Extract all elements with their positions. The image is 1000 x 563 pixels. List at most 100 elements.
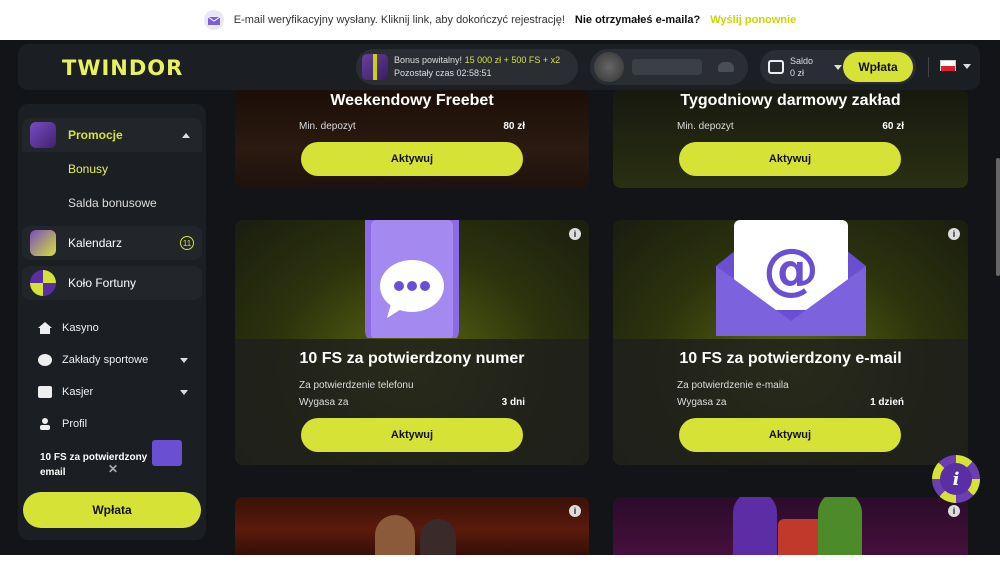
calendar-icon — [30, 230, 56, 256]
nav-label: Kasyno — [62, 322, 99, 334]
row-value: 80 zł — [503, 121, 525, 132]
chevron-down-icon — [180, 357, 188, 363]
user-widget[interactable] — [590, 49, 748, 85]
info-chip-button[interactable]: i — [932, 455, 980, 503]
count-badge: 11 — [180, 236, 194, 250]
card-title: Weekendowy Freebet — [330, 92, 494, 109]
gift-icon — [30, 122, 56, 148]
promo-card-casino: i — [235, 497, 589, 563]
card-icon — [38, 386, 52, 398]
sidebar-item-label: Promocje — [68, 128, 123, 142]
promo-mini-title: 10 FS za potwierdzony email — [40, 452, 148, 478]
top-header: TWINDOR Bonus powitalny! 15 000 zł + 500… — [18, 44, 980, 90]
chevron-down-icon[interactable] — [834, 64, 842, 70]
info-icon[interactable]: i — [569, 228, 581, 240]
activate-button[interactable]: Aktywuj — [301, 142, 523, 176]
wheel-icon — [30, 270, 56, 296]
gift-icon — [362, 54, 388, 80]
card-subtitle: Za potwierdzenie e-maila — [677, 380, 789, 391]
banner-question: Nie otrzymałeś e-maila? — [574, 14, 701, 26]
bonus-title: Bonus powitalny! — [394, 55, 463, 65]
chevron-down-icon[interactable] — [963, 64, 971, 69]
balance-value: 0 zł — [790, 68, 805, 78]
home-icon — [38, 322, 52, 334]
wallet-icon — [768, 60, 784, 74]
nav-label: Zakłady sportowe — [62, 354, 149, 366]
user-icon — [40, 418, 50, 430]
promo-card-weekend-freebet: Weekendowy Freebet Min. depozyt 80 zł Ak… — [235, 90, 589, 188]
sidebar-item-cashier[interactable]: Kasjer — [22, 376, 202, 408]
verification-banner: E-mail weryfikacyjny wysłany. Kliknij li… — [0, 0, 1000, 40]
card-row: Min. depozyt 80 zł — [299, 121, 525, 132]
info-icon: i — [940, 463, 972, 495]
avatar — [594, 52, 624, 82]
email-promo-mini[interactable]: 10 FS za potwierdzony email ✕ — [22, 440, 202, 490]
balance-label: Saldo — [790, 56, 814, 66]
row-label: Wygasa za — [299, 397, 349, 408]
nav-label: Kasjer — [62, 386, 94, 398]
row-value: 3 dni — [501, 397, 525, 408]
divider — [928, 57, 929, 77]
resend-link[interactable]: Wyślij ponownie — [710, 14, 796, 26]
card-row: Wygasa za 3 dni — [299, 397, 525, 408]
info-icon[interactable]: i — [569, 505, 581, 517]
card-title: Tygodniowy darmowy zakład — [680, 92, 901, 109]
row-label: Min. depozyt — [677, 121, 734, 132]
activate-button[interactable]: Aktywuj — [679, 142, 901, 176]
row-label: Min. depozyt — [299, 121, 356, 132]
deposit-button[interactable]: Wpłata — [23, 492, 201, 528]
bonus-timer: Pozostały czas 02:58:51 — [394, 68, 492, 78]
activate-button[interactable]: Aktywuj — [301, 418, 523, 452]
car-icon — [718, 62, 734, 72]
sidebar-item-profile[interactable]: Profil — [22, 408, 202, 440]
calendar-group: Kalendarz 11 — [22, 226, 202, 260]
card-title: 10 FS za potwierdzony e-mail — [679, 350, 902, 367]
promo-card-phone-verification: i 10 FS za potwierdzony numer Za potwier… — [235, 220, 589, 465]
card-row: Wygasa za 1 dzień — [677, 397, 904, 408]
card-row: Min. depozyt 60 zł — [677, 121, 904, 132]
svg-text:@: @ — [763, 237, 819, 302]
deposit-button[interactable]: Wpłata — [843, 52, 913, 82]
info-icon[interactable]: i — [948, 505, 960, 517]
promo-card-email-verification: i @ 10 FS za potwierdzony e-mail Za potw… — [613, 220, 968, 465]
wheel-group: Koło Fortuny — [22, 266, 202, 300]
nav-label: Profil — [62, 418, 88, 430]
close-icon[interactable]: ✕ — [108, 462, 118, 477]
sidebar-item-calendar[interactable]: Kalendarz 11 — [22, 226, 202, 260]
sidebar-item-bonus-balances[interactable]: Salda bonusowe — [22, 186, 202, 220]
sidebar-item-sports[interactable]: Zakłady sportowe — [22, 344, 202, 376]
chevron-down-icon — [180, 389, 188, 395]
sidebar-item-label: Kalendarz — [68, 236, 123, 250]
activate-button[interactable]: Aktywuj — [679, 418, 901, 452]
sidebar: Promocje Bonusy Salda bonusowe Kalendarz… — [18, 104, 206, 540]
row-label: Wygasa za — [677, 397, 727, 408]
envelope-icon — [152, 440, 182, 466]
info-icon[interactable]: i — [948, 228, 960, 240]
ball-icon — [38, 354, 52, 366]
envelope-icon — [203, 10, 224, 30]
poland-flag-icon[interactable] — [940, 60, 956, 71]
row-value: 60 zł — [882, 121, 904, 132]
character-image — [818, 497, 862, 563]
promotions-group: Promocje Bonusy Salda bonusowe — [22, 118, 202, 220]
promo-card-slots: i — [613, 497, 968, 563]
scrollbar[interactable] — [996, 158, 1000, 276]
balance-widget[interactable]: Saldo 0 zł Wpłata — [760, 50, 916, 84]
chevron-up-icon — [182, 132, 190, 138]
character-image — [733, 497, 777, 563]
sidebar-item-casino[interactable]: Kasyno — [22, 312, 202, 344]
logo[interactable]: TWINDOR — [62, 56, 183, 80]
sidebar-item-label: Koło Fortuny — [68, 276, 137, 290]
card-subtitle: Za potwierdzenie telefonu — [299, 380, 414, 391]
row-value: 1 dzień — [870, 397, 904, 408]
promo-card-weekly-free-bet: Tygodniowy darmowy zakład Min. depozyt 6… — [613, 90, 968, 188]
sidebar-item-fortune-wheel[interactable]: Koło Fortuny — [22, 266, 202, 300]
banner-text: E-mail weryfikacyjny wysłany. Kliknij li… — [233, 14, 565, 26]
card-title: 10 FS za potwierdzony numer — [299, 350, 525, 367]
sidebar-item-bonuses[interactable]: Bonusy — [22, 152, 202, 186]
username-blurred — [632, 59, 702, 75]
welcome-bonus-widget[interactable]: Bonus powitalny! 15 000 zł + 500 FS + x2… — [356, 49, 578, 85]
bonus-amount: 15 000 zł + 500 FS + x2 — [464, 55, 561, 65]
email-envelope-icon: @ — [716, 220, 866, 336]
sidebar-item-promotions[interactable]: Promocje — [22, 118, 202, 152]
